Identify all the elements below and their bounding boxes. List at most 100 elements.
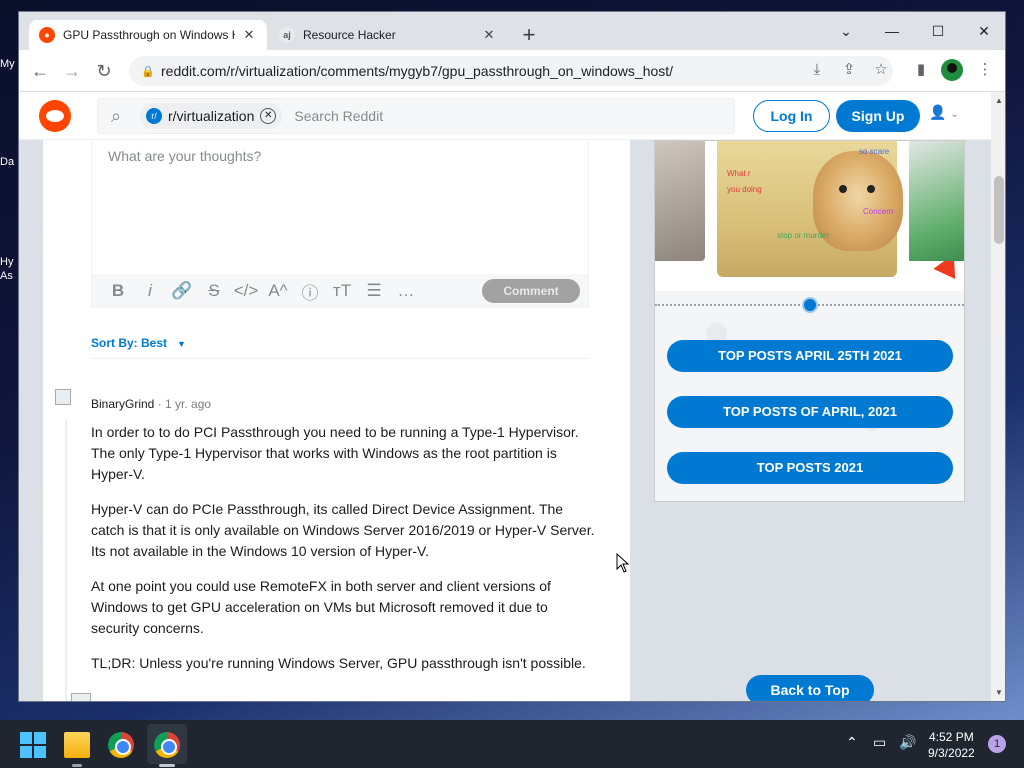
browser-toolbar: ← → ↻ 🔒 reddit.com/r/virtualization/comm… [19,50,1005,92]
running-indicator [159,764,175,767]
top-posts-widget: so scare What r you doing Concern stop o… [654,140,965,502]
running-indicator [72,764,82,767]
sign-up-button[interactable]: Sign Up [836,100,920,132]
install-app-icon[interactable]: ⤓ [805,58,829,82]
avatar[interactable] [55,389,71,405]
tab-gpu-passthrough[interactable]: ● GPU Passthrough on Windows H ✕ [29,20,267,50]
strikethrough-icon[interactable]: S [198,281,230,301]
search-icon: ⌕ [110,105,122,126]
minimize-icon[interactable]: — [869,18,915,44]
bulleted-list-icon[interactable]: ☰ [358,281,390,301]
file-explorer-icon[interactable] [64,732,90,758]
profile-avatar-icon[interactable] [941,59,963,81]
top-posts-day-button[interactable]: TOP POSTS APRIL 25TH 2021 [667,340,953,372]
back-to-top-button[interactable]: Back to Top [746,675,874,701]
heading-icon[interactable]: ᴛT [326,281,358,301]
chevron-down-icon: ⌄ [950,109,959,120]
post-comments-card: What are your thoughts? B i 🔗 S </> A^ ⓘ… [43,140,630,701]
thread-collapse-line[interactable] [65,420,67,701]
close-window-icon[interactable]: ✕ [961,18,1005,44]
subreddit-filter-chip[interactable]: r/ r/virtualization ✕ [140,103,283,129]
more-options-icon[interactable]: … [390,281,422,301]
carousel-image-left[interactable] [655,141,705,261]
clock-time: 4:52 PM [929,730,974,744]
scroll-down-icon[interactable]: ▼ [991,688,1005,697]
carousel-image-right[interactable] [909,141,964,261]
notification-badge[interactable]: 1 [988,735,1006,753]
superscript-icon[interactable]: A^ [262,281,294,301]
link-icon[interactable]: 🔗 [166,281,198,301]
tab-strip: ● GPU Passthrough on Windows H ✕ aj Reso… [19,12,1005,50]
lock-icon[interactable]: 🔒 [141,65,155,78]
clear-chip-icon[interactable]: ✕ [260,108,277,124]
spoiler-icon[interactable]: ⓘ [294,279,326,304]
share-icon[interactable]: ⇪ [837,58,861,82]
page-scrollbar[interactable]: ▲ ▼ [991,92,1005,701]
sort-by-label: Sort By: Best [91,336,168,350]
reload-icon[interactable]: ↻ [91,58,117,84]
meme-text: so scare [859,147,890,156]
comment-author[interactable]: BinaryGrind [91,397,154,411]
top-posts-year-button[interactable]: TOP POSTS 2021 [667,452,953,484]
comment-editor[interactable]: What are your thoughts? B i 🔗 S </> A^ ⓘ… [91,140,589,308]
back-arrow-icon[interactable]: ← [27,58,53,84]
taskbar: ⌃ ▭ 🔊 4:52 PM 9/3/2022 1 [0,720,1024,768]
log-in-button[interactable]: Log In [753,100,830,132]
show-hidden-icons-chevron-icon[interactable]: ⌃ [846,734,858,751]
subreddit-icon: r/ [146,108,162,124]
scroll-up-icon[interactable]: ▲ [991,96,1005,105]
address-bar[interactable]: 🔒 reddit.com/r/virtualization/comments/m… [129,56,893,86]
chrome-profile-icon[interactable] [154,732,180,758]
search-bar[interactable]: ⌕ r/ r/virtualization ✕ Search Reddit [97,98,735,134]
comment-input-placeholder[interactable]: What are your thoughts? [108,148,261,164]
url-text: reddit.com/r/virtualization/comments/myg… [161,63,674,79]
user-menu-dropdown[interactable]: 👤 ⌄ [929,104,969,128]
forward-arrow-icon[interactable]: → [59,58,85,84]
user-icon: 👤 [929,104,947,120]
tab-title: Resource Hacker [303,28,396,42]
close-tab-icon[interactable]: ✕ [481,27,497,43]
desktop-icon-label[interactable]: As [0,270,13,282]
volume-icon[interactable]: 🔊 [899,734,916,751]
comment-meta: BinaryGrind · 1 yr. ago [91,397,211,411]
tab-search-chevron-icon[interactable]: ⌄ [823,18,869,44]
scrollbar-thumb[interactable] [994,176,1004,244]
desktop-icon-label[interactable]: Da [0,156,14,168]
reddit-page: ⌕ r/ r/virtualization ✕ Search Reddit Lo… [19,92,991,701]
windows-start-icon[interactable] [20,732,46,758]
italic-icon[interactable]: i [134,281,166,301]
bookmark-star-icon[interactable]: ☆ [869,58,893,82]
close-tab-icon[interactable]: ✕ [241,27,257,43]
clock-date: 9/3/2022 [928,746,975,760]
menu-kebab-icon[interactable]: ⋮ [973,58,997,82]
network-icon[interactable]: ▭ [873,734,886,751]
tab-resource-hacker[interactable]: aj Resource Hacker ✕ [269,20,507,50]
comment-button[interactable]: Comment [482,279,580,303]
sort-by-dropdown[interactable]: Sort By: Best ▼ [91,336,186,350]
desktop-icon-label[interactable]: Hy [0,256,13,268]
resource-hacker-favicon-icon: aj [279,27,295,43]
reddit-header: ⌕ r/ r/virtualization ✕ Search Reddit Lo… [19,92,991,140]
carousel-image-doge[interactable]: so scare What r you doing Concern stop o… [717,141,964,280]
system-clock[interactable]: 4:52 PM 9/3/2022 [928,729,975,761]
chrome-icon[interactable] [108,732,134,758]
inline-code-icon[interactable]: </> [230,281,262,301]
top-posts-month-button[interactable]: TOP POSTS OF APRIL, 2021 [667,396,953,428]
meme-text: stop or murder [777,231,830,240]
divider [91,358,589,359]
bold-icon[interactable]: B [102,281,134,301]
avatar[interactable] [71,693,91,701]
meme-text: What r [727,169,751,178]
meme-text: Concern [863,207,894,216]
desktop-icon-label[interactable]: My [0,58,15,70]
new-tab-icon[interactable]: + [517,24,541,48]
search-input[interactable]: Search Reddit [294,108,383,124]
maximize-icon[interactable]: ☐ [915,18,961,44]
comment-time[interactable]: · 1 yr. ago [158,397,211,411]
comment-paragraph: TL;DR: Unless you're running Windows Ser… [91,655,586,671]
comment-body: In order to to do PCI Passthrough you ne… [91,422,597,688]
side-panel-icon[interactable]: ▮ [909,58,933,82]
reddit-logo-icon[interactable] [39,100,71,132]
carousel-position-dot[interactable] [802,297,818,313]
meme-text: you doing [727,185,762,194]
